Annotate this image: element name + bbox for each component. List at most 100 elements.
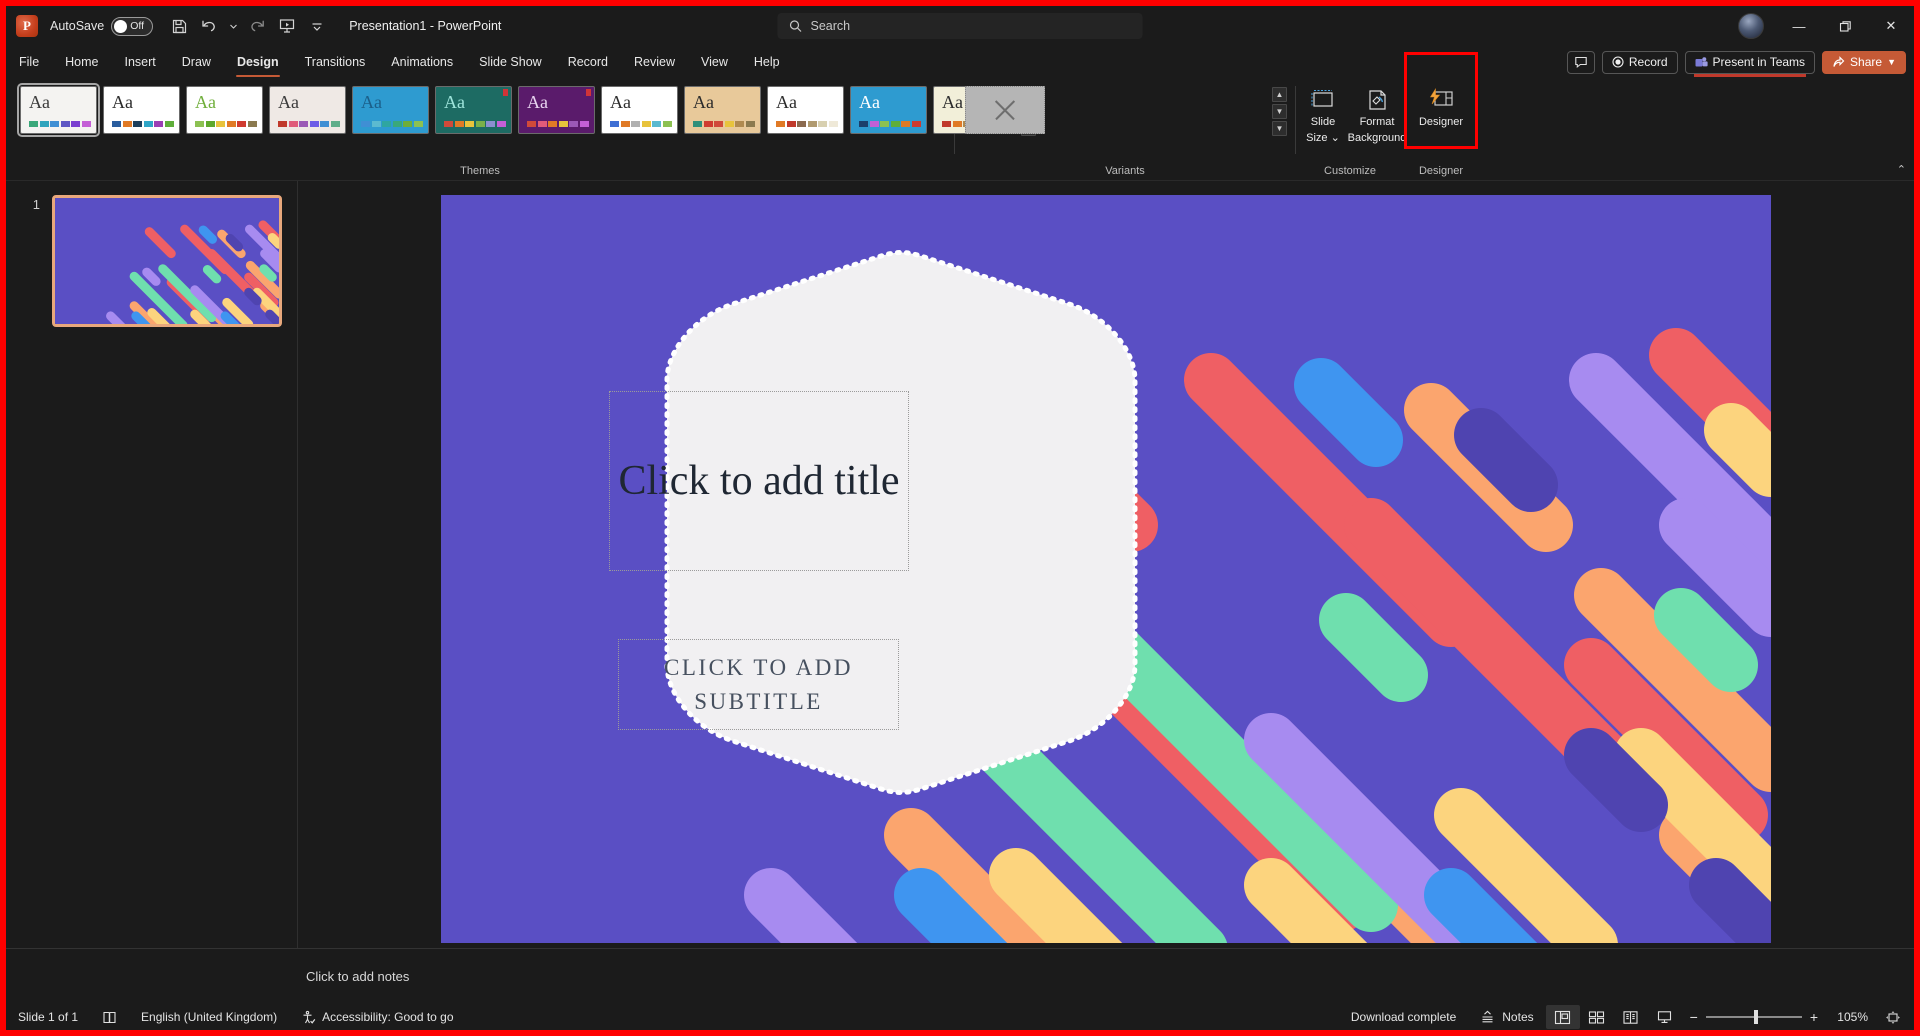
tab-record[interactable]: Record (555, 47, 621, 77)
slide-thumbnail-row[interactable]: 1 (6, 195, 297, 327)
slide-size-line2: Size ⌄ (1306, 131, 1340, 144)
ribbon-group-customize: Slide Size ⌄ Format Background Customize (1296, 78, 1406, 180)
accessibility-label: Accessibility: Good to go (322, 1010, 454, 1024)
title-placeholder-text: Click to add title (618, 457, 900, 504)
subtitle-placeholder[interactable]: CLICK TO ADD SUBTITLE (618, 639, 899, 730)
variants-scroll-down[interactable]: ▼ (1272, 104, 1287, 119)
present-in-teams-label: Present in Teams (1712, 55, 1806, 69)
slide-count[interactable]: Slide 1 of 1 (6, 1004, 90, 1030)
collapse-ribbon-button[interactable]: ⌃ (1897, 163, 1906, 176)
tab-review[interactable]: Review (621, 47, 688, 77)
title-placeholder[interactable]: Click to add title (609, 391, 909, 571)
slide-sorter-icon (1589, 1010, 1605, 1024)
theme-thumbnail-theme-2[interactable]: Aa (103, 86, 180, 134)
zoom-control[interactable]: − + 105% (1682, 1009, 1876, 1025)
powerpoint-window: P AutoSave Off Presentation1 - PowerPoin… (0, 0, 1920, 1036)
restore-button[interactable] (1822, 6, 1868, 46)
variants-scroll-up[interactable]: ▲ (1272, 87, 1287, 102)
ribbon-group-designer: Designer Designer (1404, 52, 1478, 180)
close-button[interactable]: ✕ (1868, 6, 1914, 46)
theme-thumbnail-theme-savon[interactable]: Aa (684, 86, 761, 134)
theme-aa-preview: Aa (693, 92, 714, 112)
redo-icon[interactable] (243, 12, 271, 40)
theme-thumbnail-theme-ion-teal[interactable]: Aa (435, 86, 512, 134)
tab-animations[interactable]: Animations (378, 47, 466, 77)
theme-thumbnail-theme-ion-purple[interactable]: Aa (518, 86, 595, 134)
comment-icon[interactable] (1566, 50, 1595, 74)
tab-draw[interactable]: Draw (169, 47, 224, 77)
autosave-control[interactable]: AutoSave Off (50, 16, 154, 36)
tab-transitions[interactable]: Transitions (292, 47, 379, 77)
slide-size-button[interactable]: Slide Size ⌄ (1297, 84, 1349, 144)
slide-sorter-view-button[interactable] (1580, 1005, 1614, 1029)
start-from-beginning-icon[interactable] (273, 12, 301, 40)
accessibility-status[interactable]: Accessibility: Good to go (289, 1004, 465, 1030)
theme-marker-icon (503, 89, 508, 96)
theme-color-swatches (29, 121, 91, 127)
theme-thumbnail-theme-facet[interactable]: Aa (186, 86, 263, 134)
reading-view-button[interactable] (1614, 1005, 1648, 1029)
notes-pane[interactable]: Click to add notes (6, 948, 1914, 1004)
theme-color-swatches (776, 121, 838, 127)
format-background-line1: Format (1359, 116, 1395, 128)
themes-gallery[interactable]: AaAaAaAaAaAaAaAaAaAaAaAa▲▼▼ (17, 83, 1036, 137)
search-icon (789, 20, 802, 32)
zoom-level[interactable]: 105% (1826, 1010, 1868, 1024)
undo-dropdown-icon[interactable] (225, 12, 241, 40)
slide-thumbnail-1[interactable] (52, 195, 282, 327)
theme-aa-preview: Aa (361, 92, 382, 112)
variants-more[interactable]: ▼ (1272, 121, 1287, 136)
share-button[interactable]: Share ▼ (1822, 50, 1906, 74)
zoom-in-button[interactable]: + (1810, 1009, 1818, 1025)
slide-show-button[interactable] (1648, 1005, 1682, 1029)
ribbon: AaAaAaAaAaAaAaAaAaAaAaAa▲▼▼ Themes ▲ ▼ ▼… (6, 52, 1914, 181)
format-background-button[interactable]: Format Background (1348, 84, 1406, 144)
tab-help[interactable]: Help (741, 47, 793, 77)
minimize-button[interactable]: — (1776, 6, 1822, 46)
language-status[interactable]: English (United Kingdom) (129, 1004, 289, 1030)
theme-thumbnail-theme-celestial[interactable]: Aa (850, 86, 927, 134)
autosave-label: AutoSave (50, 19, 105, 33)
undo-icon[interactable] (195, 12, 223, 40)
present-in-teams-button[interactable]: Present in Teams (1684, 50, 1816, 77)
autosave-toggle[interactable]: Off (111, 16, 154, 36)
tab-view[interactable]: View (688, 47, 741, 77)
spell-check-icon (103, 1011, 116, 1023)
variants-group-label: Variants (1105, 165, 1145, 177)
tab-insert[interactable]: Insert (112, 47, 169, 77)
ribbon-group-variants: ▲ ▼ ▼ Variants (955, 78, 1295, 180)
tab-file[interactable]: File (6, 47, 52, 77)
zoom-slider-track[interactable] (1705, 1010, 1802, 1024)
theme-thumbnail-theme-retrospect[interactable]: Aa (601, 86, 678, 134)
record-button[interactable]: Record (1601, 50, 1678, 74)
theme-thumbnail-theme-frame[interactable]: Aa (767, 86, 844, 134)
search-box[interactable]: Search (777, 13, 1143, 39)
fit-to-window-icon (1886, 1010, 1900, 1024)
notes-button[interactable]: Notes (1468, 1004, 1545, 1030)
toggle-knob (114, 19, 128, 33)
ribbon-tabs: File Home Insert Draw Design Transitions… (6, 46, 1914, 78)
theme-color-swatches (361, 121, 423, 127)
theme-thumbnail-theme-badge[interactable]: Aa (352, 86, 429, 134)
theme-color-swatches (195, 121, 257, 127)
theme-thumbnail-theme-wisp[interactable]: Aa (269, 86, 346, 134)
tab-slide-show[interactable]: Slide Show (466, 47, 555, 77)
fit-to-window-button[interactable] (1876, 1005, 1910, 1029)
notes-icon (1482, 1010, 1493, 1022)
variant-thumbnail[interactable] (965, 86, 1045, 134)
tab-home[interactable]: Home (52, 47, 111, 77)
designer-button[interactable]: Designer (1415, 84, 1467, 129)
document-title: Presentation1 - PowerPoint (349, 19, 502, 33)
themes-group-label: Themes (460, 165, 500, 177)
avatar[interactable] (1738, 13, 1764, 39)
slide-canvas[interactable]: Click to add title CLICK TO ADD SUBTITLE (441, 195, 1771, 943)
zoom-out-button[interactable]: − (1690, 1009, 1698, 1025)
tab-design[interactable]: Design (224, 47, 292, 77)
spell-check-button[interactable] (90, 1004, 129, 1030)
zoom-slider-knob[interactable] (1753, 1010, 1758, 1024)
normal-view-button[interactable] (1545, 1005, 1580, 1029)
theme-thumbnail-office-theme[interactable]: Aa (17, 83, 100, 137)
customize-quick-access-toolbar-icon[interactable] (303, 12, 331, 40)
save-icon[interactable] (165, 12, 193, 40)
ribbon-group-themes: AaAaAaAaAaAaAaAaAaAaAaAa▲▼▼ Themes (6, 78, 1036, 180)
